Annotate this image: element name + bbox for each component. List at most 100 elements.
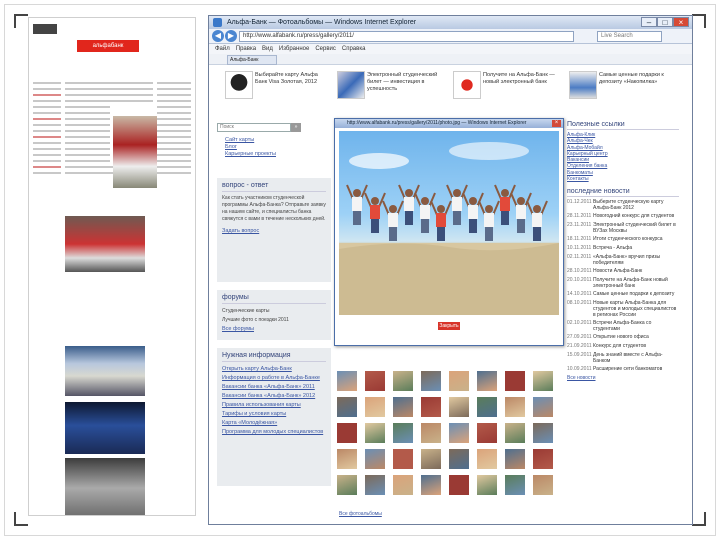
- gallery-thumbnail[interactable]: [393, 371, 413, 391]
- news-item[interactable]: 02.10.2011 Встречи Альфа-Банка со студент…: [567, 320, 679, 332]
- useful-link[interactable]: Правила использования карты: [222, 401, 326, 410]
- all-albums-link[interactable]: Все фотоальбомы: [339, 511, 382, 517]
- gallery-thumbnail[interactable]: [533, 397, 553, 417]
- gallery-thumbnail[interactable]: [449, 449, 469, 469]
- news-date: 10.11.2011: [567, 245, 592, 252]
- news-item[interactable]: 01.12.2011 Выберите студенческую карту Ал…: [567, 199, 679, 211]
- forums-link[interactable]: Все форумы: [222, 325, 326, 334]
- useful-link[interactable]: Карта «Молодёжная»: [222, 419, 326, 428]
- news-item[interactable]: 02.11.2011 «Альфа-Банк» вручил призы побе…: [567, 254, 679, 266]
- gallery-thumbnail[interactable]: [533, 423, 553, 443]
- gallery-thumbnail[interactable]: [421, 423, 441, 443]
- gallery-thumbnail[interactable]: [533, 475, 553, 495]
- close-button[interactable]: ×: [673, 17, 689, 27]
- promo-item[interactable]: Получите на Альфа-Банк — новый электронн…: [453, 71, 557, 101]
- gallery-thumbnail[interactable]: [421, 397, 441, 417]
- useful-link[interactable]: Вакансии банка «Альфа-Банк» 2012: [222, 392, 326, 401]
- menu-item[interactable]: Избранное: [279, 46, 309, 52]
- gallery-thumbnail[interactable]: [337, 449, 357, 469]
- news-item[interactable]: 28.10.2011 Новости Альфа-Банк: [567, 268, 679, 275]
- forum-item[interactable]: Лучшие фото с поездки 2011: [222, 316, 326, 325]
- menu-item[interactable]: Сервис: [315, 46, 336, 52]
- window-title: Альфа-Банк — Фотоальбомы — Windows Inter…: [227, 19, 417, 26]
- menu-item[interactable]: Вид: [262, 46, 273, 52]
- menu-item[interactable]: Справка: [342, 46, 366, 52]
- gallery-thumbnail[interactable]: [505, 449, 525, 469]
- gallery-thumbnail[interactable]: [337, 371, 357, 391]
- gallery-thumbnail[interactable]: [365, 371, 385, 391]
- gallery-thumbnail[interactable]: [449, 423, 469, 443]
- minimize-button[interactable]: –: [641, 17, 657, 27]
- qa-link[interactable]: Задать вопрос: [222, 227, 326, 236]
- sidebar-search-button[interactable]: »: [291, 123, 301, 132]
- menu-item[interactable]: Файл: [215, 46, 230, 52]
- gallery-thumbnail[interactable]: [337, 397, 357, 417]
- news-item[interactable]: 28.11.2011 Новогодний конкурс для студент…: [567, 213, 679, 220]
- news-item[interactable]: 15.09.2011 День знаний вместе с Альфа-Бан…: [567, 352, 679, 364]
- gallery-thumbnail[interactable]: [337, 423, 357, 443]
- gallery-thumbnail[interactable]: [365, 449, 385, 469]
- gallery-thumbnail[interactable]: [477, 449, 497, 469]
- sidebar-link[interactable]: Сайт карты: [225, 137, 331, 144]
- popup-close-button[interactable]: ×: [552, 120, 561, 127]
- popup-close-text-button[interactable]: Закрыть: [438, 322, 460, 330]
- useful-link[interactable]: Открыть карту Альфа-Банк: [222, 365, 326, 374]
- sidebar-link[interactable]: Карьерные проекты: [225, 151, 331, 158]
- favorite-tab[interactable]: Альфа-Банк: [227, 55, 277, 65]
- sidebar-search-input[interactable]: Поиск: [217, 123, 291, 132]
- corner-mark: [692, 14, 706, 28]
- gallery-thumbnail[interactable]: [477, 475, 497, 495]
- back-button[interactable]: ◀: [212, 30, 224, 42]
- gallery-thumbnail[interactable]: [505, 397, 525, 417]
- gallery-thumbnail[interactable]: [365, 423, 385, 443]
- gallery-thumbnail[interactable]: [365, 397, 385, 417]
- gallery-thumbnail[interactable]: [421, 371, 441, 391]
- all-news-link[interactable]: Все новости: [567, 375, 679, 381]
- promo-item[interactable]: Самые ценные подарки к депозиту «Накопил…: [569, 71, 673, 101]
- promo-text: Выбирайте карту Альфа Банк Visa Золотая,…: [255, 72, 318, 85]
- useful-link[interactable]: Тарифы и условия карты: [222, 410, 326, 419]
- gallery-thumbnail[interactable]: [533, 449, 553, 469]
- news-date: 08.10.2011: [567, 300, 592, 307]
- news-item[interactable]: 14.10.2011 Самые ценные подарки к депозит…: [567, 291, 679, 298]
- gallery-thumbnail[interactable]: [393, 475, 413, 495]
- maximize-button[interactable]: □: [657, 17, 673, 27]
- gallery-thumbnail[interactable]: [477, 397, 497, 417]
- promo-item[interactable]: Электронный студенческий билет — инвести…: [337, 71, 441, 101]
- gallery-thumbnail[interactable]: [449, 371, 469, 391]
- news-item[interactable]: 23.11.2011 Электронный студенческий билет…: [567, 222, 679, 234]
- forum-item[interactable]: Студенческие карты: [222, 307, 326, 316]
- gallery-thumbnail[interactable]: [393, 449, 413, 469]
- sidebar-link[interactable]: Блог: [225, 144, 331, 151]
- search-field[interactable]: Live Search: [597, 31, 662, 42]
- news-item[interactable]: 18.11.2011 Итоги студенческого конкурса: [567, 236, 679, 243]
- gallery-thumbnail[interactable]: [365, 475, 385, 495]
- gallery-thumbnail[interactable]: [393, 423, 413, 443]
- news-item[interactable]: 20.10.2011 Получите на Альфа-Банк новый э…: [567, 277, 679, 289]
- url-field[interactable]: http://www.alfabank.ru/press/gallery/201…: [239, 31, 574, 42]
- useful-link[interactable]: Информация о работе в Альфа-Банке: [222, 374, 326, 383]
- promo-item[interactable]: Выбирайте карту Альфа Банк Visa Золотая,…: [225, 71, 329, 101]
- news-item[interactable]: 08.10.2011 Новые карты Альфа-Банка для ст…: [567, 300, 679, 318]
- gallery-thumbnail[interactable]: [449, 475, 469, 495]
- gallery-thumbnail[interactable]: [421, 475, 441, 495]
- gallery-thumbnail[interactable]: [337, 475, 357, 495]
- useful-link[interactable]: Вакансии банка «Альфа-Банк» 2011: [222, 383, 326, 392]
- right-link[interactable]: Контакты: [567, 176, 679, 182]
- gallery-thumbnail[interactable]: [505, 423, 525, 443]
- news-item[interactable]: 10.09.2011 Расширение сети банкоматов: [567, 366, 679, 373]
- useful-link[interactable]: Программа для молодых специалистов: [222, 428, 326, 437]
- gallery-thumbnail[interactable]: [477, 423, 497, 443]
- news-item[interactable]: 10.11.2011 Встреча - Альфа: [567, 245, 679, 252]
- gallery-thumbnail[interactable]: [477, 371, 497, 391]
- forward-button[interactable]: ▶: [225, 30, 237, 42]
- gallery-thumbnail[interactable]: [449, 397, 469, 417]
- gallery-thumbnail[interactable]: [505, 475, 525, 495]
- news-item[interactable]: 21.09.2011 Конкурс для студентов: [567, 343, 679, 350]
- gallery-thumbnail[interactable]: [505, 371, 525, 391]
- gallery-thumbnail[interactable]: [393, 397, 413, 417]
- gallery-thumbnail[interactable]: [533, 371, 553, 391]
- menu-item[interactable]: Правка: [236, 46, 256, 52]
- news-item[interactable]: 27.09.2011 Открытие нового офиса: [567, 334, 679, 341]
- gallery-thumbnail[interactable]: [421, 449, 441, 469]
